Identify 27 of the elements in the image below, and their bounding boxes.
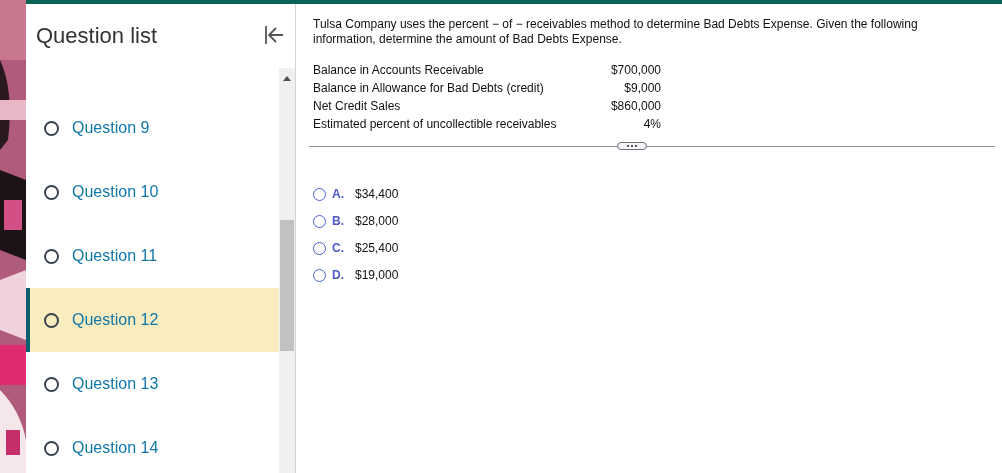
- question-item[interactable]: Question 14: [26, 416, 279, 473]
- data-value: 4%: [642, 117, 661, 132]
- question-item[interactable]: Question 10: [26, 160, 279, 224]
- data-value: $860,000: [609, 99, 661, 114]
- data-value: $9,000: [623, 81, 661, 96]
- data-label: Net Credit Sales: [313, 99, 402, 114]
- scrollbar[interactable]: [279, 68, 295, 473]
- option-letter: B.: [332, 214, 345, 228]
- option-letter: D.: [332, 268, 345, 282]
- option-letter: A.: [332, 187, 345, 201]
- question-item[interactable]: Question 13: [26, 352, 279, 416]
- question-text: Tulsa Company uses the percent − of − receivables method to determine Bad Debts Expense. Given the following information, determine the amount of Bad Debts Expense.: [313, 17, 919, 47]
- question-item[interactable]: Question 11: [26, 224, 279, 288]
- data-label: Balance in Accounts Receivable: [313, 63, 485, 78]
- data-label: Estimated percent of uncollectible receivables: [313, 117, 558, 132]
- question-item[interactable]: Question 12: [26, 288, 279, 352]
- expand-button[interactable]: [617, 142, 647, 150]
- option-text: $28,000: [355, 214, 399, 228]
- option-letter: C.: [332, 241, 345, 255]
- data-label: Balance in Allowance for Bad Debts (credit): [313, 81, 545, 96]
- sidebar-title: Question list: [36, 23, 158, 49]
- question-item[interactable]: Question 9: [26, 96, 279, 160]
- data-value: $700,000: [609, 63, 661, 78]
- option-text: $34,400: [355, 187, 399, 201]
- scroll-up-icon[interactable]: [283, 76, 291, 81]
- option-text: $19,000: [355, 268, 399, 282]
- option-text: $25,400: [355, 241, 399, 255]
